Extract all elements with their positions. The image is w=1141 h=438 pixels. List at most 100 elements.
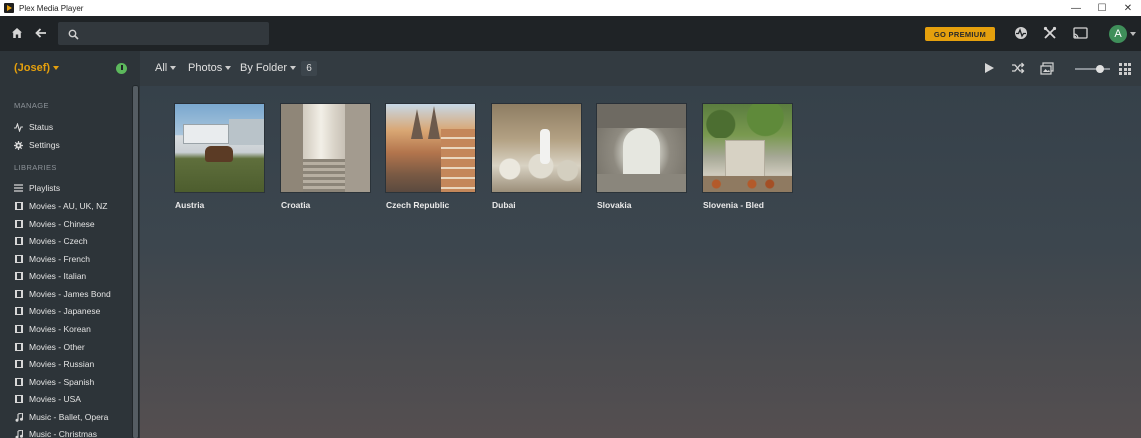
- avatar-dropdown-caret[interactable]: [1130, 32, 1136, 36]
- filter-type-dropdown[interactable]: Photos: [188, 62, 232, 74]
- music-icon: [14, 429, 23, 438]
- sidebar-item-movies-chinese[interactable]: Movies - Chinese: [14, 217, 95, 231]
- folder-tile-slovakia[interactable]: Slovakia: [597, 104, 686, 210]
- folder-thumbnail[interactable]: [597, 104, 686, 192]
- search-input[interactable]: [86, 25, 261, 42]
- filter-all-label: All: [155, 62, 168, 74]
- film-icon: [14, 290, 23, 299]
- plex-app-icon: [4, 3, 14, 13]
- window-controls: — ☐ ✕: [1063, 0, 1141, 16]
- sidebar-item-label: Music - Christmas: [29, 429, 98, 438]
- tools-icon[interactable]: [1042, 25, 1058, 41]
- folder-tile-slovenia-bled[interactable]: Slovenia - Bled: [703, 104, 792, 210]
- cast-icon[interactable]: [1072, 25, 1088, 41]
- sidebar-item-movies-usa[interactable]: Movies - USA: [14, 392, 81, 406]
- folder-label[interactable]: Croatia: [281, 200, 370, 210]
- slider-knob[interactable]: [1096, 65, 1104, 73]
- sidebar-item-label: Status: [29, 122, 54, 132]
- sidebar-item-label: Music - Ballet, Opera: [29, 412, 109, 422]
- search-box[interactable]: [58, 22, 269, 45]
- sidebar-item-label: Movies - James Bond: [29, 289, 111, 299]
- go-premium-button[interactable]: GO PREMIUM: [925, 27, 995, 41]
- sidebar-item-label: Movies - Russian: [29, 359, 95, 369]
- film-icon: [14, 395, 23, 404]
- folder-thumbnail[interactable]: [492, 104, 581, 192]
- sidebar-item-music-christmas[interactable]: Music - Christmas: [14, 427, 97, 438]
- filter-type-label: Photos: [188, 62, 223, 74]
- thumbnail-size-slider[interactable]: [1075, 65, 1110, 73]
- sidebar-item-movies-other[interactable]: Movies - Other: [14, 340, 85, 354]
- sidebar-item-playlists[interactable]: Playlists: [14, 181, 60, 195]
- minimize-button[interactable]: —: [1063, 0, 1089, 16]
- sidebar-item-movies-czech[interactable]: Movies - Czech: [14, 234, 88, 248]
- folder-label[interactable]: Slovakia: [597, 200, 686, 210]
- search-icon: [68, 27, 79, 45]
- folder-tile-czech-republic[interactable]: Czech Republic: [386, 104, 475, 210]
- sidebar-item-movies-italian[interactable]: Movies - Italian: [14, 269, 86, 283]
- slideshow-icon[interactable]: [1040, 61, 1054, 75]
- folder-label[interactable]: Austria: [175, 200, 264, 210]
- power-status-icon[interactable]: [116, 63, 127, 74]
- folder-label[interactable]: Slovenia - Bled: [703, 200, 792, 210]
- sidebar-item-label: Movies - Italian: [29, 271, 87, 281]
- folder-thumbnail[interactable]: [175, 104, 264, 192]
- photo-folder-grid: Austria Croatia Czech Republic Dubai Slo…: [140, 86, 1141, 438]
- activity-icon[interactable]: [1013, 25, 1029, 41]
- film-icon: [14, 343, 23, 352]
- sidebar-item-movies-french[interactable]: Movies - French: [14, 252, 90, 266]
- item-count-badge: 6: [301, 61, 317, 76]
- music-icon: [14, 412, 23, 422]
- folder-label[interactable]: Dubai: [492, 200, 581, 210]
- sidebar-item-settings[interactable]: Settings: [14, 138, 60, 152]
- film-icon: [14, 307, 23, 316]
- sidebar-item-label: Movies - AU, UK, NZ: [29, 201, 108, 211]
- film-icon: [14, 325, 23, 334]
- server-bar: (Josef): [0, 51, 140, 86]
- film-icon: [14, 255, 23, 264]
- sidebar-item-movies-japanese[interactable]: Movies - Japanese: [14, 304, 100, 318]
- folder-tile-croatia[interactable]: Croatia: [281, 104, 370, 210]
- sidebar-item-movies-au-uk-nz[interactable]: Movies - AU, UK, NZ: [14, 199, 107, 213]
- window-title: Plex Media Player: [19, 3, 84, 13]
- play-icon[interactable]: [982, 61, 996, 75]
- filter-all-dropdown[interactable]: All: [155, 62, 177, 74]
- sidebar-item-movies-russian[interactable]: Movies - Russian: [14, 357, 94, 371]
- film-icon: [14, 272, 23, 281]
- chevron-down-icon: [225, 66, 232, 71]
- folder-thumbnail[interactable]: [281, 104, 370, 192]
- sidebar-item-label: Movies - Other: [29, 342, 85, 352]
- sidebar-item-label: Movies - Spanish: [29, 377, 95, 387]
- folder-thumbnail[interactable]: [386, 104, 475, 192]
- folder-tile-dubai[interactable]: Dubai: [492, 104, 581, 210]
- sidebar-item-label: Movies - Japanese: [29, 306, 101, 316]
- libraries-section-header: LIBRARIES: [14, 163, 57, 172]
- sidebar-item-label: Movies - Korean: [29, 324, 91, 334]
- sort-label: By Folder: [240, 62, 288, 74]
- back-arrow-icon[interactable]: [33, 25, 49, 41]
- shuffle-icon[interactable]: [1011, 61, 1025, 75]
- sidebar-item-status[interactable]: Status: [14, 120, 53, 134]
- close-button[interactable]: ✕: [1115, 0, 1141, 16]
- window-titlebar: Plex Media Player — ☐ ✕: [0, 0, 1141, 16]
- sidebar-item-movies-spanish[interactable]: Movies - Spanish: [14, 375, 94, 389]
- folder-label[interactable]: Czech Republic: [386, 200, 475, 210]
- sidebar-scrollbar[interactable]: [133, 86, 138, 438]
- sidebar-item-label: Settings: [29, 140, 60, 150]
- maximize-button[interactable]: ☐: [1089, 0, 1115, 16]
- sidebar-scrollbar-thumb[interactable]: [133, 86, 138, 438]
- sidebar-item-label: Playlists: [29, 183, 61, 193]
- chevron-down-icon: [170, 66, 177, 71]
- sidebar-item-label: Movies - USA: [29, 394, 81, 404]
- pulse-icon: [14, 122, 23, 132]
- folder-tile-austria[interactable]: Austria: [175, 104, 264, 210]
- user-avatar[interactable]: A: [1109, 25, 1127, 43]
- sidebar-item-music-ballet-opera[interactable]: Music - Ballet, Opera: [14, 410, 108, 424]
- grid-view-icon[interactable]: [1119, 63, 1131, 75]
- sidebar-item-movies-james-bond[interactable]: Movies - James Bond: [14, 287, 111, 301]
- sort-dropdown[interactable]: By Folder: [240, 62, 297, 74]
- film-icon: [14, 360, 23, 369]
- sidebar-item-movies-korean[interactable]: Movies - Korean: [14, 322, 91, 336]
- user-dropdown[interactable]: (Josef): [14, 62, 60, 74]
- home-icon[interactable]: [9, 25, 25, 41]
- folder-thumbnail[interactable]: [703, 104, 792, 192]
